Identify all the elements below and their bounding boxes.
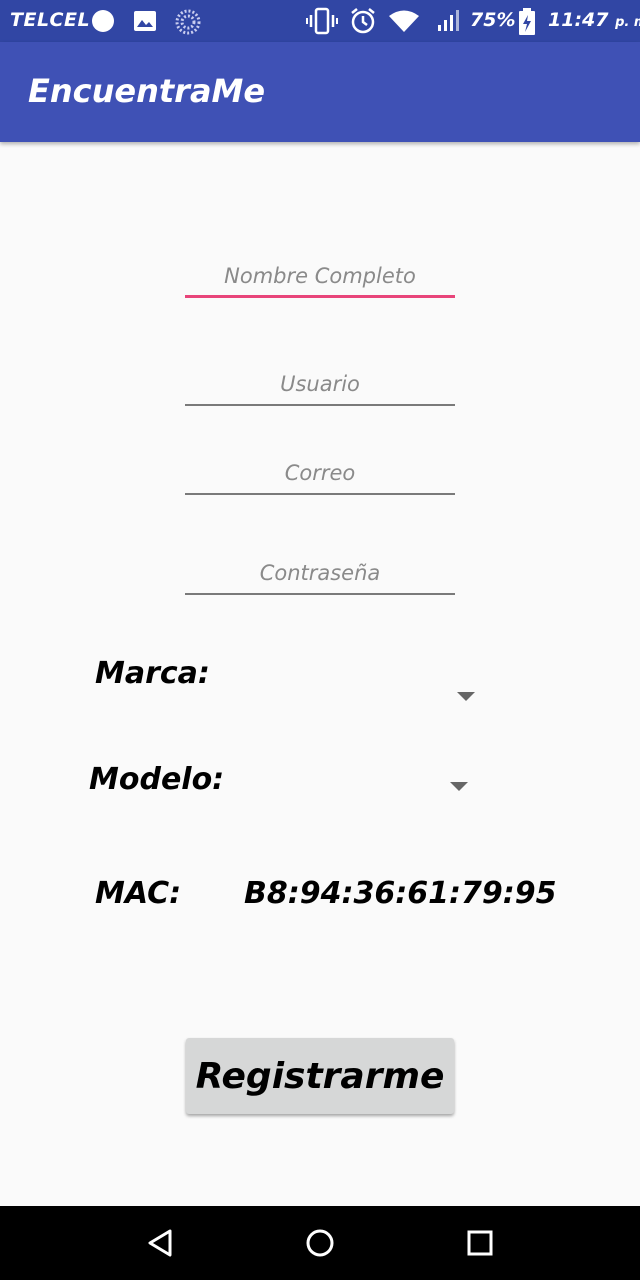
model-dropdown[interactable] xyxy=(220,760,490,814)
email-underline xyxy=(185,493,455,495)
signal-icon xyxy=(438,10,459,31)
alarm-icon xyxy=(351,8,375,34)
full-name-input[interactable] xyxy=(185,258,455,298)
username-input[interactable] xyxy=(185,366,455,406)
username-underline xyxy=(185,404,455,406)
status-bar: TELCEL 75% 11:47 p. m. xyxy=(0,0,640,42)
full-name-underline xyxy=(185,295,455,298)
password-input[interactable] xyxy=(185,555,455,595)
app-bar: EncuentraMe xyxy=(0,42,640,142)
dot-icon xyxy=(92,10,114,32)
vibrate-icon xyxy=(306,7,338,35)
mac-label: MAC: xyxy=(95,876,182,911)
mac-value: B8:94:36:61:79:95 xyxy=(244,876,557,911)
brand-dropdown-arrow-icon[interactable] xyxy=(457,692,475,701)
carrier-label: TELCEL xyxy=(10,9,91,31)
back-icon[interactable] xyxy=(146,1228,174,1258)
model-label: Modelo: xyxy=(89,762,225,797)
password-underline xyxy=(185,593,455,595)
email-input[interactable] xyxy=(185,455,455,495)
clock: 11:47 p. m. xyxy=(548,9,640,31)
email-field[interactable] xyxy=(185,455,455,495)
brand-dropdown[interactable] xyxy=(220,668,490,722)
username-field[interactable] xyxy=(185,366,455,406)
full-name-field[interactable] xyxy=(185,258,455,298)
home-icon[interactable] xyxy=(305,1228,335,1258)
clock-suffix: p. m. xyxy=(615,15,640,30)
recents-icon[interactable] xyxy=(466,1228,494,1258)
register-button[interactable]: Registrarme xyxy=(186,1038,454,1114)
nav-bar xyxy=(0,1206,640,1280)
battery-percent: 75% xyxy=(470,9,516,31)
wifi-icon xyxy=(389,10,419,32)
clock-time: 11:47 xyxy=(548,9,609,31)
loader-icon xyxy=(175,9,201,35)
brand-label: Marca: xyxy=(95,656,210,691)
battery-charging-icon xyxy=(519,8,535,35)
model-dropdown-arrow-icon[interactable] xyxy=(450,782,468,791)
password-field[interactable] xyxy=(185,555,455,595)
app-title: EncuentraMe xyxy=(28,72,266,110)
image-icon xyxy=(134,11,156,31)
